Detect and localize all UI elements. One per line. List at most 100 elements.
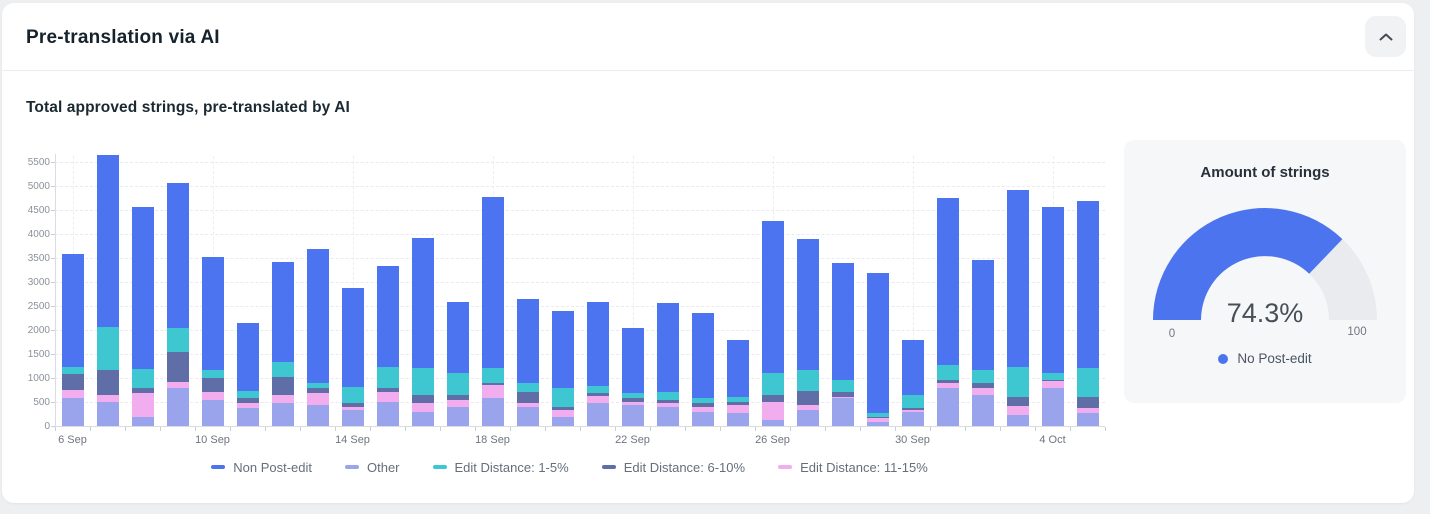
bar[interactable] [341,287,364,426]
legend-item[interactable]: Edit Distance: 11-15% [778,460,928,475]
bar-segment[interactable] [131,206,154,369]
bar-segment[interactable] [971,388,994,396]
bar-segment[interactable] [1041,206,1064,374]
bar-segment[interactable] [446,406,469,426]
bar-segment[interactable] [551,416,574,426]
bar[interactable] [936,197,959,426]
bar-segment[interactable] [271,395,294,404]
bar[interactable] [866,273,889,426]
bar-segment[interactable] [586,386,609,394]
bar-segment[interactable] [586,403,609,426]
bar-segment[interactable] [516,383,539,392]
bar-segment[interactable] [796,409,819,426]
bar-segment[interactable] [201,378,224,392]
bar[interactable] [901,339,924,426]
bar[interactable] [1076,200,1099,426]
bar-segment[interactable] [866,421,889,426]
bar-segment[interactable] [481,398,504,426]
bar-segment[interactable] [446,373,469,396]
bar-segment[interactable] [1041,388,1064,426]
bar-segment[interactable] [166,182,189,329]
bar-segment[interactable] [96,369,119,395]
bar-segment[interactable] [61,374,84,391]
bar[interactable] [516,298,539,426]
bar-segment[interactable] [551,409,574,417]
bar-segment[interactable] [341,386,364,404]
bar-segment[interactable] [796,369,819,392]
bar-segment[interactable] [796,391,819,405]
bar[interactable] [761,220,784,426]
collapse-button[interactable] [1365,16,1406,57]
bar[interactable] [236,322,259,426]
bar-segment[interactable] [61,254,84,367]
bar-segment[interactable] [971,259,994,370]
bar-segment[interactable] [166,388,189,426]
bar-segment[interactable] [201,369,224,379]
bar-segment[interactable] [1006,414,1029,426]
bar-segment[interactable] [656,406,679,426]
bar-segment[interactable] [166,352,189,383]
bar-segment[interactable] [131,416,154,426]
bar-segment[interactable] [201,391,224,401]
bar-segment[interactable] [201,400,224,426]
bar-segment[interactable] [481,368,504,383]
bar-segment[interactable] [96,154,119,327]
bar-segment[interactable] [376,391,399,402]
bar-segment[interactable] [61,390,84,399]
bar[interactable] [271,262,294,426]
bar[interactable] [726,339,749,426]
bar-segment[interactable] [411,237,434,369]
bar-segment[interactable] [936,388,959,426]
bar-segment[interactable] [936,365,959,381]
bar-segment[interactable] [306,249,329,384]
bar-segment[interactable] [971,395,994,426]
bar-segment[interactable] [761,401,784,420]
bar-segment[interactable] [726,404,749,414]
bar-segment[interactable] [306,393,329,406]
bar-segment[interactable] [936,197,959,366]
bar-segment[interactable] [831,379,854,392]
bar-segment[interactable] [131,392,154,417]
legend-item[interactable]: Edit Distance: 6-10% [601,460,745,475]
bar-segment[interactable] [271,262,294,362]
bar-segment[interactable] [236,391,259,399]
bar[interactable] [1041,206,1064,426]
bar[interactable] [201,257,224,426]
bar-segment[interactable] [411,403,434,412]
bar-segment[interactable] [621,327,644,394]
bar-segment[interactable] [1076,368,1099,397]
bar[interactable] [166,182,189,426]
legend-item[interactable]: Edit Distance: 1-5% [432,460,569,475]
bar-segment[interactable] [411,394,434,404]
bar[interactable] [61,254,84,426]
bar-segment[interactable] [761,220,784,374]
bar[interactable] [1006,189,1029,426]
bar-segment[interactable] [726,413,749,426]
bar-segment[interactable] [96,401,119,426]
bar-segment[interactable] [901,394,924,409]
bar-segment[interactable] [411,368,434,395]
bar-segment[interactable] [271,361,294,377]
bar-segment[interactable] [691,313,714,399]
legend-item[interactable]: Other [345,460,400,475]
bar-segment[interactable] [1076,396,1099,409]
bar-segment[interactable] [586,302,609,387]
bar-segment[interactable] [621,405,644,426]
bar-segment[interactable] [516,298,539,384]
bar-segment[interactable] [376,401,399,426]
bar[interactable] [656,303,679,426]
bar-segment[interactable] [551,310,574,389]
bar[interactable] [376,266,399,426]
bar[interactable] [971,259,994,426]
bar[interactable] [481,196,504,426]
bar-segment[interactable] [96,326,119,370]
bar-segment[interactable] [691,411,714,426]
bar-segment[interactable] [271,403,294,426]
bar-segment[interactable] [656,391,679,401]
bar-segment[interactable] [901,339,924,395]
bar-segment[interactable] [61,398,84,426]
bar-segment[interactable] [481,196,504,369]
bar-segment[interactable] [831,398,854,426]
bar[interactable] [586,302,609,426]
bar-segment[interactable] [341,409,364,426]
